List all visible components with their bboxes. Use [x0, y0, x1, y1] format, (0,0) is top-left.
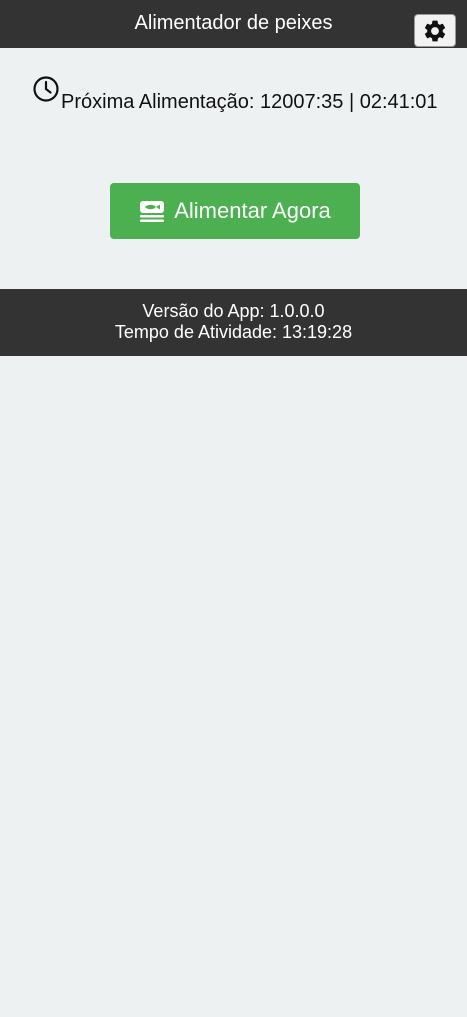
app-header: Alimentador de peixes [0, 0, 467, 48]
uptime: Tempo de Atividade: 13:19:28 [114, 322, 353, 342]
next-feed-label: Próxima Alimentação: 12007:35 | 02:41:01 [61, 91, 438, 113]
page-title: Alimentador de peixes [134, 12, 333, 34]
fish-food-icon [140, 201, 165, 222]
gear-icon [424, 20, 446, 41]
app-version: Versão do App: 1.0.0.0 [142, 301, 325, 321]
settings-button[interactable] [414, 14, 456, 47]
next-feed-row: Próxima Alimentação: 12007:35 | 02:41:01 [32, 74, 438, 114]
feed-now-label: Alimentar Agora [174, 198, 331, 223]
feed-now-button[interactable]: Alimentar Agora [110, 183, 360, 239]
clock-icon [33, 76, 59, 102]
app-footer: Versão do App: 1.0.0.0 Tempo de Atividad… [0, 289, 467, 356]
